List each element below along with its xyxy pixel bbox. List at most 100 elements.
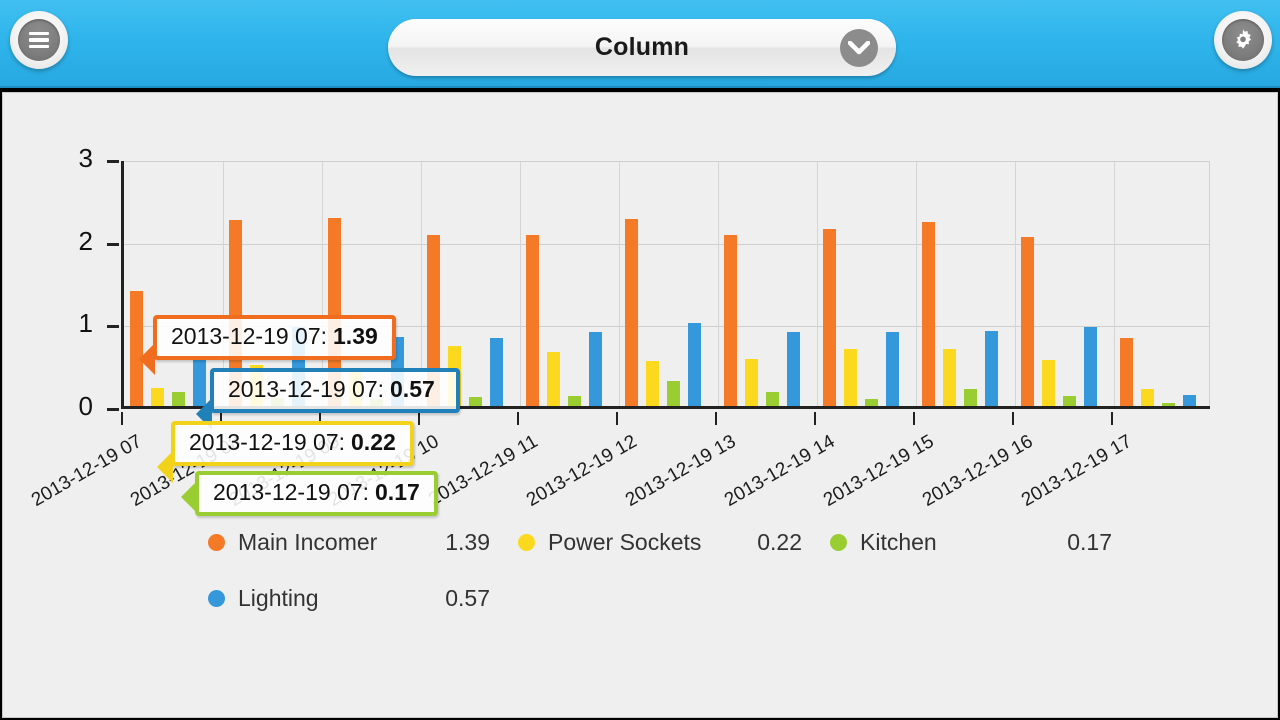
x-axis-tick-mark: [616, 412, 618, 425]
content-panel: 0123 2013-12-19 072013-12-19 082013-12-1…: [2, 92, 1278, 718]
tooltip-label: 2013-12-19 07:: [171, 323, 328, 349]
bar[interactable]: [985, 330, 998, 406]
bar[interactable]: [823, 229, 836, 406]
hamburger-menu-icon: [18, 19, 60, 61]
y-axis-tick-mark: [107, 242, 119, 246]
bar[interactable]: [526, 234, 539, 406]
x-axis-tick-mark: [715, 412, 717, 425]
legend-series-value: 1.39: [445, 528, 490, 555]
legend-series-value: 0.22: [757, 528, 802, 555]
legend-color-dot: [208, 589, 225, 607]
bar[interactable]: [1162, 402, 1175, 406]
bar[interactable]: [688, 323, 701, 406]
tooltip-value: 0.17: [375, 479, 420, 505]
y-axis-tick-mark: [107, 325, 119, 329]
tooltip-value: 1.39: [333, 323, 378, 349]
chart-type-label: Column: [594, 33, 690, 61]
bar[interactable]: [1183, 395, 1196, 406]
bar[interactable]: [547, 352, 560, 406]
bar[interactable]: [172, 391, 185, 406]
tooltip-label: 2013-12-19 07:: [213, 479, 370, 505]
bar[interactable]: [667, 381, 680, 406]
legend-series-name: Lighting: [238, 584, 319, 611]
legend-series-value: 0.57: [445, 584, 490, 611]
x-axis-tick-mark: [517, 412, 519, 425]
bar[interactable]: [568, 396, 581, 406]
app-root: Column 0123 2013-12-19 072013-12-19 0820…: [0, 0, 1280, 720]
gridline-vertical: [718, 161, 719, 406]
data-point-tooltip: 2013-12-19 07: 0.57: [210, 368, 460, 413]
y-axis-tick-mark: [107, 160, 119, 163]
tooltip-value: 0.22: [351, 429, 396, 455]
x-axis-tick-mark: [1111, 412, 1113, 425]
plot-top-border: [124, 161, 1210, 162]
bar[interactable]: [625, 219, 638, 406]
tooltip-pointer: [181, 481, 197, 513]
bar[interactable]: [787, 332, 800, 406]
y-axis-tick-mark: [107, 408, 119, 411]
plot-right-border: [1209, 161, 1210, 406]
data-point-tooltip: 2013-12-19 07: 0.22: [171, 421, 414, 466]
data-point-tooltip: 2013-12-19 07: 1.39: [153, 315, 396, 360]
gear-icon: [1222, 19, 1264, 61]
bar[interactable]: [1084, 327, 1097, 406]
gridline-horizontal: [124, 243, 1210, 245]
gridline-vertical: [619, 161, 620, 406]
tooltip-label: 2013-12-19 07:: [228, 376, 385, 402]
tooltip-pointer: [139, 343, 155, 375]
bar[interactable]: [1120, 338, 1133, 406]
legend-color-dot: [208, 533, 225, 551]
chart-type-dropdown[interactable]: Column: [388, 19, 896, 76]
bar[interactable]: [1042, 359, 1055, 406]
bar[interactable]: [943, 348, 956, 406]
data-point-tooltip: 2013-12-19 07: 0.17: [195, 471, 438, 516]
y-axis-tick-label: 3: [78, 143, 93, 173]
x-axis-tick-mark: [1012, 412, 1014, 425]
legend-series-name: Main Incomer: [238, 528, 378, 555]
legend-color-dot: [518, 533, 535, 551]
bar[interactable]: [589, 332, 602, 406]
tooltip-pointer: [157, 451, 173, 483]
bar[interactable]: [151, 387, 164, 406]
bar[interactable]: [865, 398, 878, 406]
bar[interactable]: [490, 338, 503, 406]
legend-series-name: Power Sockets: [548, 528, 702, 555]
x-axis-tick-mark: [814, 412, 816, 425]
bar[interactable]: [922, 222, 935, 406]
app-header: Column: [0, 0, 1280, 88]
bar[interactable]: [1063, 396, 1076, 406]
bar[interactable]: [745, 358, 758, 406]
gridline-vertical: [520, 161, 521, 406]
tooltip-label: 2013-12-19 07:: [189, 429, 346, 455]
chart-legend: Main Incomer 1.39 Power Sockets 0.22 Kitchen…: [3, 525, 1279, 715]
bar[interactable]: [1021, 236, 1034, 406]
menu-button[interactable]: [10, 11, 68, 69]
bar[interactable]: [766, 391, 779, 406]
y-axis-tick-label: 2: [78, 225, 93, 256]
tooltip-value: 0.57: [390, 376, 435, 402]
x-axis-tick-mark: [913, 412, 915, 425]
legend-item[interactable]: Power Sockets 0.22: [518, 529, 830, 556]
gridline-vertical: [1015, 161, 1016, 406]
legend-item[interactable]: Kitchen 0.17: [830, 529, 1140, 556]
y-axis-tick-label: 1: [78, 308, 93, 339]
bar[interactable]: [964, 389, 977, 406]
bar[interactable]: [646, 360, 659, 406]
legend-item[interactable]: Lighting 0.57: [208, 585, 518, 612]
legend-color-dot: [830, 533, 847, 551]
x-axis-tick-mark: [121, 412, 123, 425]
gridline-vertical: [916, 161, 917, 406]
legend-item[interactable]: Main Incomer 1.39: [208, 529, 518, 556]
bar[interactable]: [469, 396, 482, 406]
bar[interactable]: [1141, 389, 1154, 406]
y-axis-tick-label: 0: [78, 391, 93, 421]
bar[interactable]: [724, 234, 737, 406]
legend-series-value: 0.17: [1067, 528, 1112, 555]
bar[interactable]: [886, 332, 899, 406]
settings-button[interactable]: [1214, 11, 1272, 69]
bar[interactable]: [844, 348, 857, 406]
gridline-vertical: [817, 161, 818, 406]
gridline-vertical: [1114, 161, 1115, 406]
chevron-down-icon[interactable]: [840, 28, 878, 67]
legend-series-name: Kitchen: [860, 528, 937, 555]
